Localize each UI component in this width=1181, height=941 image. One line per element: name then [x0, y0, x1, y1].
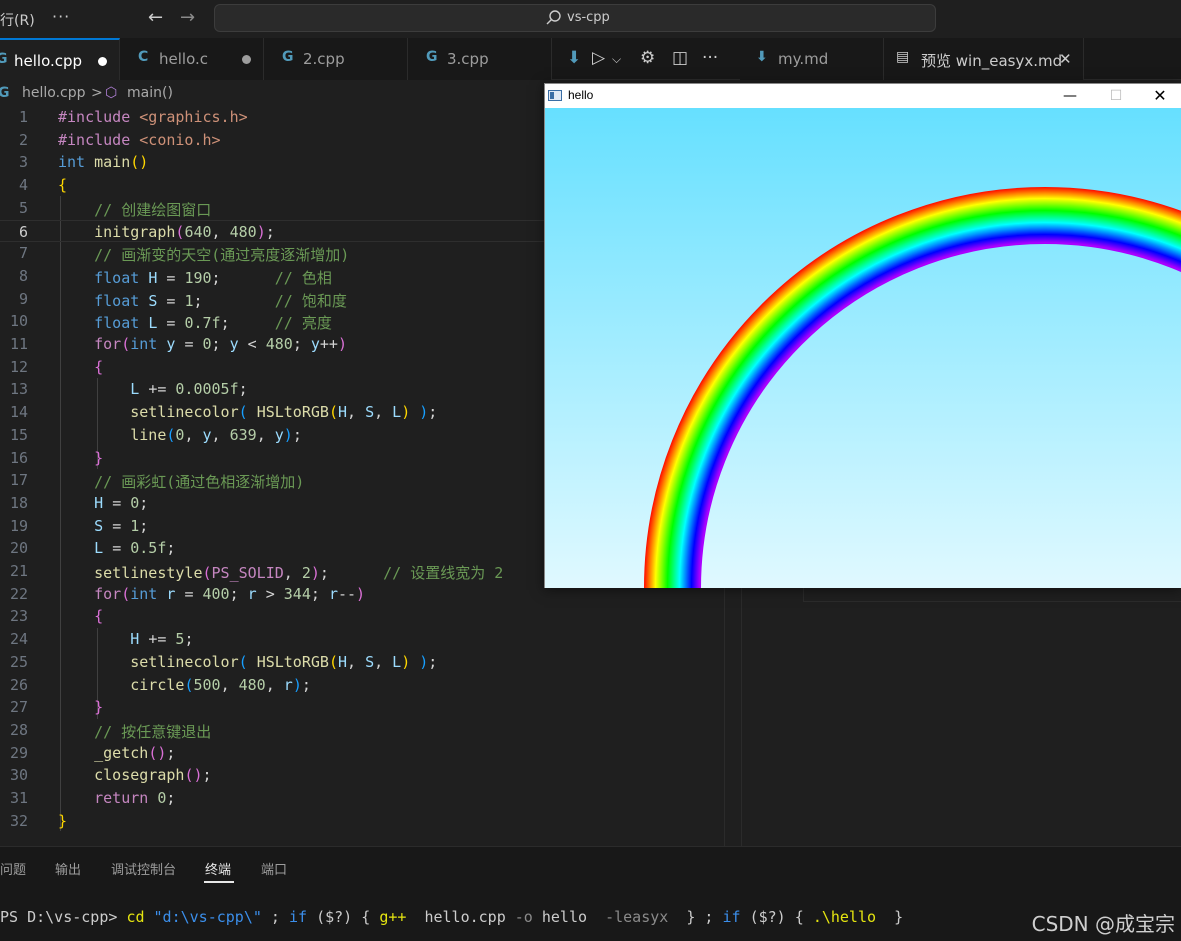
hello-app-window[interactable]: hello — ☐ ✕ [544, 83, 1181, 588]
terminal-flag: -leasyx [605, 908, 669, 926]
tab-my-md[interactable]: ⬇ my.md [740, 38, 884, 80]
terminal-if: if [289, 908, 308, 926]
run-debug-icon[interactable]: ▷ [592, 48, 605, 68]
terminal-command-line[interactable]: PS D:\vs-cpp> cd "d:\vs-cpp\" ; if ($?) … [0, 908, 903, 926]
hello-window-title: hello [568, 88, 594, 102]
code-line[interactable]: 30 closegraph(); [0, 764, 724, 787]
tab-2-cpp[interactable]: G 2.cpp [264, 38, 408, 80]
terminal-cmd: cd [126, 908, 145, 926]
terminal-if: if [722, 908, 741, 926]
terminal-sep: } [876, 908, 904, 926]
terminal-out: hello [532, 908, 606, 926]
cpp-file-icon: G [426, 49, 438, 65]
code-line[interactable]: 28 // 按任意键退出 [0, 719, 724, 742]
command-center-search[interactable]: vs-cpp [214, 4, 936, 32]
preview-icon: ▤ [896, 49, 910, 65]
tab-preview-win-easyx[interactable]: ▤ 预览 win_easyx.md ✕ [884, 38, 1084, 80]
panel-tab-bar: 问题 输出 调试控制台 终端 端口 [0, 846, 1181, 886]
terminal-sep: ; [261, 908, 289, 926]
terminal-run: .\hello [812, 908, 877, 926]
sky-gradient [545, 108, 1181, 588]
terminal-flag: -o [514, 908, 533, 926]
search-text: vs-cpp [567, 10, 610, 25]
markdown-file-icon: ⬇ [756, 49, 768, 65]
editor-tab-bar: G hello.cpp C hello.c G 2.cpp G 3.cpp ⬇ … [0, 38, 1181, 80]
menu-more-icon[interactable]: ··· [52, 7, 70, 26]
search-icon [546, 10, 561, 25]
terminal-cond: ($?) { [307, 908, 380, 926]
rainbow-drawing [545, 108, 1181, 588]
tab-3-cpp[interactable]: G 3.cpp [408, 38, 552, 80]
code-line[interactable]: 27 } [0, 696, 724, 719]
cpp-file-icon: G [0, 85, 10, 101]
tab-hello-cpp[interactable]: G hello.cpp [0, 38, 120, 80]
terminal-prompt: PS D:\vs-cpp> [0, 908, 127, 926]
c-file-icon: C [138, 49, 149, 65]
tab-terminal[interactable]: 终端 [205, 859, 231, 878]
forward-arrow-icon[interactable]: → [180, 7, 195, 28]
terminal[interactable]: PS D:\vs-cpp> cd "d:\vs-cpp\" ; if ($?) … [0, 886, 1181, 941]
split-editor-icon[interactable]: ◫ [672, 48, 688, 68]
cpp-file-icon: G [0, 51, 8, 67]
tab-output[interactable]: 输出 [55, 859, 81, 878]
hello-window-titlebar[interactable]: hello — ☐ ✕ [545, 84, 1181, 108]
code-line[interactable]: 31 return 0; [0, 787, 724, 810]
close-button[interactable]: ✕ [1137, 84, 1181, 108]
back-arrow-icon[interactable]: ← [148, 7, 163, 28]
menu-run[interactable]: 行(R) [0, 10, 35, 30]
preview-block [803, 586, 1181, 602]
code-line[interactable]: 26 circle(500, 480, r); [0, 674, 724, 697]
terminal-gpp: g++ [379, 908, 407, 926]
tab-debug-console[interactable]: 调试控制台 [111, 859, 176, 878]
method-symbol-icon: ⬡ [105, 85, 118, 101]
code-line[interactable]: 23 { [0, 605, 724, 628]
close-icon[interactable]: ✕ [1059, 50, 1072, 68]
app-window-icon [548, 90, 562, 101]
hello-drawing-canvas [545, 108, 1181, 588]
active-tab-indicator [204, 881, 234, 883]
tab-ports[interactable]: 端口 [261, 859, 287, 878]
code-line[interactable]: 25 setlinecolor( HSLtoRGB(H, S, L) ); [0, 651, 724, 674]
terminal-cond: ($?) { [740, 908, 813, 926]
more-actions-icon[interactable]: ··· [702, 48, 718, 68]
download-icon[interactable]: ⬇ [567, 48, 581, 68]
minimize-button[interactable]: — [1047, 84, 1093, 108]
breadcrumb-file[interactable]: hello.cpp [22, 85, 86, 101]
breadcrumb-separator: > [91, 85, 103, 101]
tab-label: 3.cpp [447, 50, 489, 68]
chevron-down-icon[interactable]: ⌵ [612, 52, 621, 67]
csdn-watermark: CSDN @成宝宗 [1031, 912, 1175, 936]
tab-label: 2.cpp [303, 50, 345, 68]
tab-problems[interactable]: 问题 [0, 859, 26, 878]
modified-dot-icon[interactable] [242, 55, 251, 64]
title-bar: 行(R) ··· ← → vs-cpp [0, 0, 1181, 38]
tab-label: hello.c [159, 50, 208, 68]
tab-label: 预览 win_easyx.md [921, 52, 1063, 70]
terminal-arg: "d:\vs-cpp\" [153, 908, 262, 926]
maximize-button[interactable]: ☐ [1093, 84, 1139, 108]
tab-hello-c[interactable]: C hello.c [120, 38, 264, 80]
terminal-src: hello.cpp [406, 908, 515, 926]
code-line[interactable]: 29 _getch(); [0, 742, 724, 765]
tab-label: my.md [778, 50, 829, 68]
modified-dot-icon[interactable] [98, 57, 107, 66]
code-line[interactable]: 32} [0, 810, 724, 833]
gear-icon[interactable]: ⚙ [640, 48, 655, 68]
code-line[interactable]: 24 H += 5; [0, 628, 724, 651]
editor-actions: ⬇ ▷ ⌵ ⚙ ◫ ··· [552, 38, 740, 80]
tab-label: hello.cpp [14, 52, 83, 70]
cpp-file-icon: G [282, 49, 294, 65]
breadcrumb-symbol[interactable]: main() [127, 85, 173, 101]
terminal-sep: } ; [668, 908, 723, 926]
